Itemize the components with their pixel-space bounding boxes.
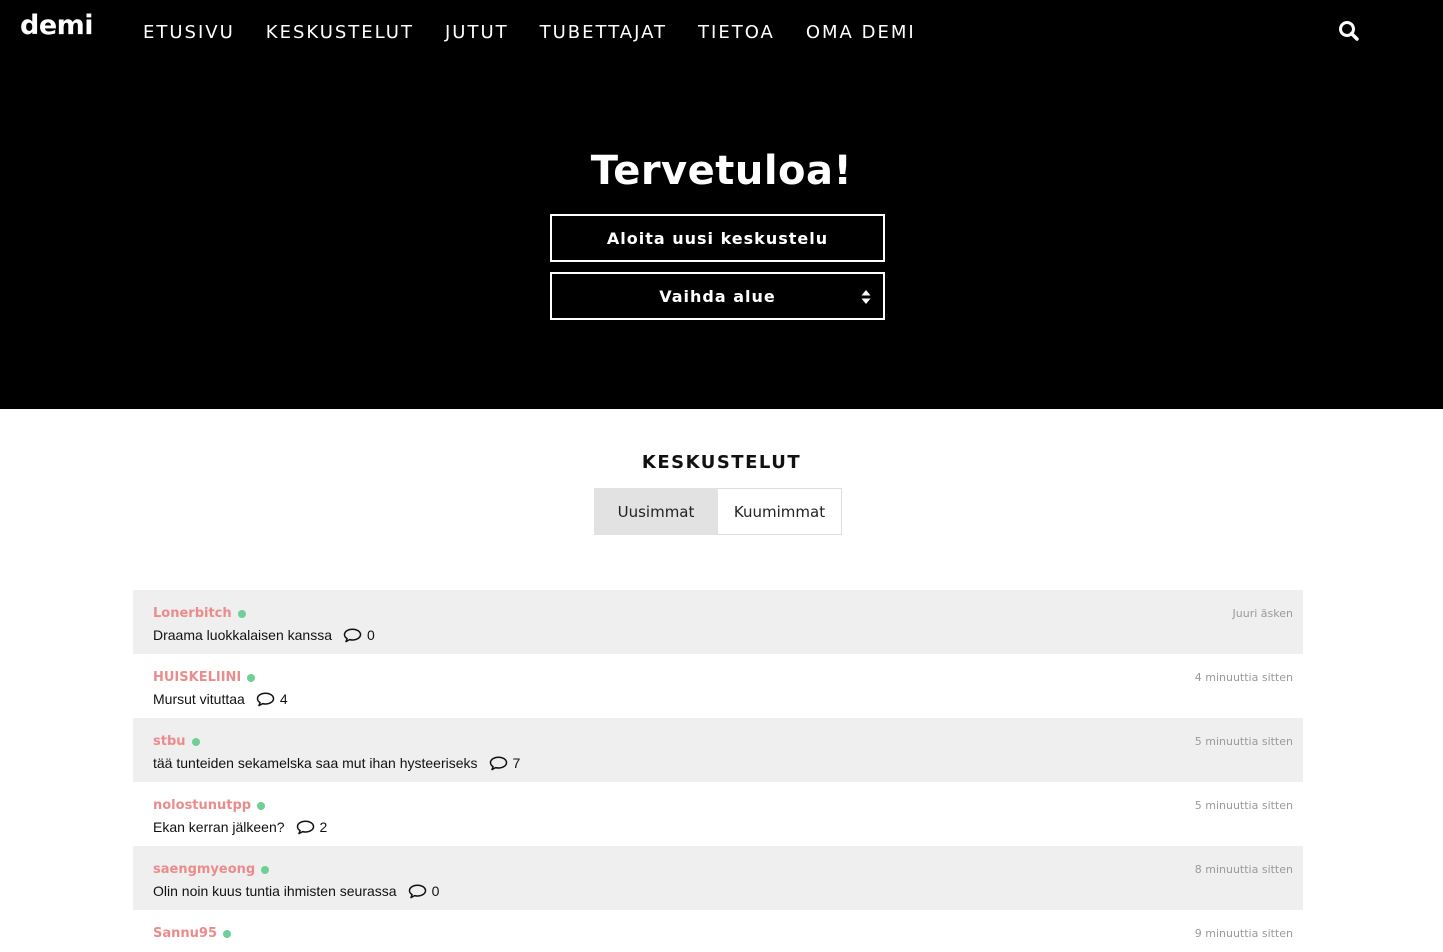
hero-title: Tervetuloa!: [590, 148, 853, 194]
username-text: Sannu95: [153, 926, 217, 941]
thread-username[interactable]: nolostunutpp: [153, 798, 266, 813]
thread-row[interactable]: stbu tää tunteiden sekamelska saa mut iha…: [133, 718, 1303, 782]
nav-item-tubettajat[interactable]: TUBETTAJAT: [540, 22, 667, 43]
nav-item-keskustelut[interactable]: KESKUSTELUT: [266, 22, 414, 43]
area-select-label: Vaihda alue: [659, 286, 776, 306]
thread-subject[interactable]: Mursut vituttaa 4: [153, 691, 288, 707]
online-status-icon: [237, 609, 246, 618]
thread-username[interactable]: HUISKELIINI: [153, 670, 256, 685]
online-status-icon: [257, 801, 266, 810]
thread-row[interactable]: nolostunutpp Ekan kerran jälkeen? 2 5 minuu…: [133, 782, 1303, 846]
comment-bubble-icon: [256, 691, 275, 706]
nav-item-tietoa[interactable]: TIETOA: [698, 22, 775, 43]
thread-subject-text: Draama luokkalaisen kanssa: [153, 627, 332, 643]
tab-hottest[interactable]: Kuumimmat: [718, 488, 842, 535]
online-status-icon: [191, 737, 200, 746]
nav-item-etusivu[interactable]: ETUSIVU: [143, 22, 235, 43]
thread-list: Lonerbitch Draama luokkalaisen kanssa 0 Juu…: [133, 590, 1303, 952]
demi-logo[interactable]: demi: [20, 10, 94, 41]
thread-timestamp: Juuri äsken: [1232, 607, 1293, 620]
comment-count: 0: [431, 883, 440, 899]
thread-row[interactable]: Sannu95 9 minuuttia sitten: [133, 910, 1303, 952]
thread-subject-text: tää tunteiden sekamelska saa mut ihan hy…: [153, 755, 478, 771]
username-text: stbu: [153, 734, 186, 749]
sort-tabs: Uusimmat Kuumimmat: [594, 488, 842, 535]
username-text: Lonerbitch: [153, 606, 232, 621]
comment-bubble-icon: [489, 755, 507, 770]
comment-count: 7: [512, 755, 521, 771]
thread-timestamp: 5 minuuttia sitten: [1194, 735, 1293, 748]
thread-subject[interactable]: tää tunteiden sekamelska saa mut ihan hy…: [153, 755, 520, 771]
online-status-icon: [247, 673, 256, 682]
thread-timestamp: 9 minuuttia sitten: [1194, 927, 1293, 940]
thread-timestamp: 4 minuuttia sitten: [1194, 671, 1293, 684]
thread-timestamp: 8 minuuttia sitten: [1194, 863, 1293, 876]
start-discussion-label: Aloita uusi keskustelu: [606, 228, 829, 248]
thread-subject-text: Olin noin kuus tuntia ihmisten seurassa: [153, 883, 397, 899]
thread-username[interactable]: stbu: [153, 734, 200, 749]
username-text: saengmyeong: [153, 862, 256, 877]
comment-count: 4: [279, 691, 288, 707]
comment-bubble-icon: [408, 883, 426, 898]
comment-bubble-icon: [343, 627, 362, 642]
thread-row[interactable]: HUISKELIINI Mursut vituttaa 4 4 minuuttia s…: [133, 654, 1303, 718]
thread-subject-text: Ekan kerran jälkeen?: [153, 819, 285, 835]
tab-newest[interactable]: Uusimmat: [594, 488, 718, 535]
comment-count: 2: [319, 819, 328, 835]
thread-subject[interactable]: Ekan kerran jälkeen? 2: [153, 819, 327, 835]
main-nav: ETUSIVU KESKUSTELUT JUTUT TUBETTAJAT TIE…: [143, 22, 947, 43]
online-status-icon: [261, 865, 270, 874]
search-icon[interactable]: [1338, 20, 1360, 42]
online-status-icon: [223, 929, 231, 938]
thread-subject[interactable]: Olin noin kuus tuntia ihmisten seurassa 0: [153, 883, 439, 899]
thread-username[interactable]: Lonerbitch: [153, 606, 246, 621]
thread-subject[interactable]: Draama luokkalaisen kanssa 0: [153, 627, 375, 643]
select-arrows-icon: [861, 290, 871, 304]
thread-row[interactable]: saengmyeong Olin noin kuus tuntia ihmiste…: [133, 846, 1303, 910]
comment-count: 0: [366, 627, 375, 643]
area-select[interactable]: Vaihda alue: [550, 272, 885, 320]
thread-row[interactable]: Lonerbitch Draama luokkalaisen kanssa 0 Juu…: [133, 590, 1303, 654]
username-text: HUISKELIINI: [153, 670, 242, 685]
nav-item-jutut[interactable]: JUTUT: [445, 22, 509, 43]
site-header: demi ETUSIVU KESKUSTELUT JUTUT TUBETTAJA…: [0, 0, 1443, 409]
thread-username[interactable]: saengmyeong: [153, 862, 270, 877]
nav-item-oma-demi[interactable]: OMA DEMI: [806, 22, 916, 43]
start-discussion-button[interactable]: Aloita uusi keskustelu: [550, 214, 885, 262]
username-text: nolostunutpp: [153, 798, 252, 813]
discussions-heading: KESKUSTELUT: [641, 452, 802, 473]
thread-timestamp: 5 minuuttia sitten: [1194, 799, 1293, 812]
comment-bubble-icon: [296, 819, 314, 834]
thread-subject-text: Mursut vituttaa: [153, 691, 245, 707]
thread-username[interactable]: Sannu95: [153, 926, 231, 941]
